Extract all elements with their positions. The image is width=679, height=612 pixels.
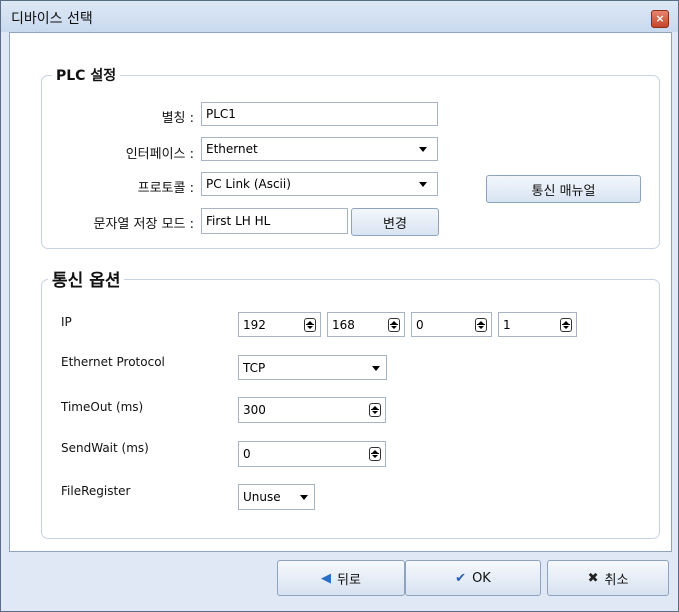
- alias-field[interactable]: PLC1: [201, 102, 438, 126]
- interface-value: Ethernet: [206, 142, 258, 156]
- close-icon[interactable]: ×: [651, 10, 669, 28]
- ip-octet-3[interactable]: 0: [411, 312, 492, 337]
- string-mode-value: First LH HL: [206, 214, 271, 228]
- checkmark-icon: ✔: [455, 570, 467, 586]
- spinner-icon[interactable]: [369, 403, 381, 417]
- timeout-field[interactable]: 300: [238, 397, 386, 423]
- protocol-select[interactable]: PC Link (Ascii): [201, 172, 438, 196]
- ip-octet-1[interactable]: 192: [238, 312, 321, 337]
- protocol-value: PC Link (Ascii): [206, 177, 291, 191]
- change-label: 변경: [383, 216, 407, 232]
- ip-octet-4-value: 1: [503, 317, 511, 332]
- eth-protocol-select[interactable]: TCP: [238, 355, 387, 380]
- spinner-icon[interactable]: [369, 447, 381, 461]
- spinner-icon[interactable]: [304, 317, 316, 332]
- back-label: 뒤로: [337, 572, 361, 588]
- comm-manual-label: 통신 매뉴얼: [531, 183, 596, 199]
- eth-protocol-value: TCP: [243, 360, 266, 375]
- ip-octet-2[interactable]: 168: [327, 312, 405, 337]
- spinner-icon[interactable]: [475, 317, 487, 332]
- string-mode-field[interactable]: First LH HL: [201, 208, 348, 234]
- ip-octet-4[interactable]: 1: [498, 312, 577, 337]
- cancel-button[interactable]: ✖ 취소: [547, 560, 669, 596]
- chevron-down-icon: [419, 147, 427, 152]
- ip-octet-2-value: 168: [332, 317, 355, 332]
- sendwait-field[interactable]: 0: [238, 441, 386, 467]
- cancel-label: 취소: [604, 572, 629, 588]
- spinner-icon[interactable]: [560, 317, 572, 332]
- change-button[interactable]: 변경: [351, 208, 439, 236]
- sendwait-label: SendWait (ms): [61, 441, 149, 455]
- ip-octet-3-value: 0: [416, 317, 424, 332]
- window-title: 디바이스 선택: [11, 11, 93, 27]
- dialog-window: 디바이스 선택 × PLC 설정 별칭 : PLC1 인터페이스 : Ether…: [0, 0, 679, 612]
- sendwait-value: 0: [243, 447, 251, 461]
- ok-button[interactable]: ✔ OK: [405, 560, 541, 596]
- close-x-icon: ✖: [587, 570, 599, 586]
- alias-value: PLC1: [206, 107, 236, 121]
- spinner-icon[interactable]: [388, 317, 400, 332]
- ok-label: OK: [472, 570, 491, 586]
- fileregister-select[interactable]: Unuse: [238, 484, 315, 510]
- interface-label: 인터페이스 :: [125, 147, 194, 162]
- fileregister-label: FileRegister: [61, 484, 131, 498]
- comm-manual-button[interactable]: 통신 매뉴얼: [486, 175, 641, 203]
- timeout-value: 300: [243, 403, 266, 417]
- interface-select[interactable]: Ethernet: [201, 137, 438, 161]
- chevron-down-icon: [419, 182, 427, 187]
- title-bar[interactable]: 디바이스 선택 ×: [1, 1, 678, 32]
- eth-protocol-label: Ethernet Protocol: [61, 355, 165, 369]
- dialog-body: PLC 설정 별칭 : PLC1 인터페이스 : Ethernet 프로토콜 :…: [9, 32, 672, 552]
- ip-octet-1-value: 192: [243, 317, 266, 332]
- plc-settings-title: PLC 설정: [52, 65, 121, 85]
- back-button[interactable]: ◀ 뒤로: [277, 560, 405, 596]
- alias-label: 별칭 :: [161, 111, 194, 126]
- comm-options-title: 통신 옵션: [48, 266, 125, 291]
- arrow-left-icon: ◀: [321, 570, 332, 586]
- string-mode-label: 문자열 저장 모드 :: [93, 217, 195, 232]
- ip-label: IP: [61, 315, 72, 329]
- protocol-label: 프로토콜 :: [137, 181, 194, 196]
- chevron-down-icon: [372, 365, 380, 371]
- timeout-label: TimeOut (ms): [61, 400, 144, 414]
- chevron-down-icon: [300, 495, 308, 500]
- fileregister-value: Unuse: [243, 490, 281, 504]
